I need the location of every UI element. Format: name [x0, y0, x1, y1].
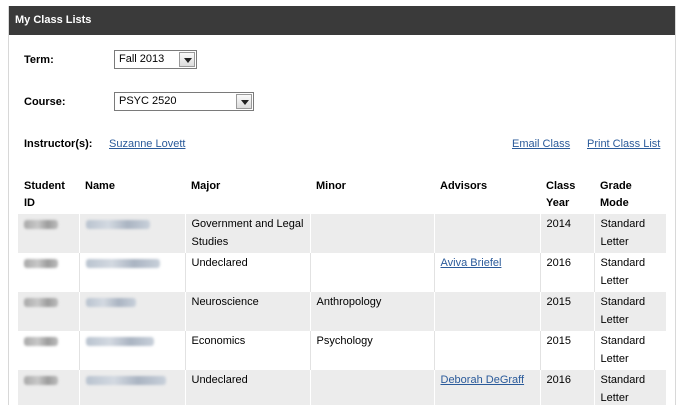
student-id-cell	[18, 370, 80, 405]
name-cell	[79, 214, 186, 253]
course-row: Course: PSYC 2520	[24, 92, 254, 111]
advisor-cell	[434, 331, 541, 370]
instructor-label: Instructor(s):	[24, 138, 93, 150]
student-id-cell	[18, 331, 80, 370]
student-id-cell	[18, 214, 80, 253]
redacted-student-id	[24, 376, 58, 385]
course-label: Course:	[24, 95, 66, 108]
header-student-id[interactable]: Student ID	[18, 177, 79, 214]
name-cell	[79, 331, 186, 370]
redacted-student-id	[24, 259, 58, 268]
redacted-student-id	[24, 298, 58, 307]
course-select[interactable]: PSYC 2520	[114, 92, 254, 111]
table-row: Government and Legal Studies 2014 Standa…	[18, 214, 667, 253]
grade-mode-cell: Standard Letter	[594, 214, 667, 253]
email-class-link[interactable]: Email Class	[512, 138, 570, 150]
advisor-link[interactable]: Deborah DeGraff	[441, 374, 525, 386]
page-frame: My Class Lists Term: Fall 2013 Course: P…	[0, 0, 684, 405]
redacted-student-id	[24, 337, 58, 346]
major-cell: Undeclared	[185, 370, 311, 405]
term-label: Term:	[24, 53, 54, 66]
redacted-student-id	[24, 220, 58, 229]
header-minor[interactable]: Minor	[310, 177, 434, 214]
table-row: Economics Psychology 2015 Standard Lette…	[18, 331, 666, 370]
major-cell: Neuroscience	[185, 292, 311, 331]
major-cell: Undeclared	[185, 253, 311, 292]
redacted-student-name[interactable]	[85, 259, 160, 268]
class-year-cell: 2016	[540, 370, 595, 405]
header-advisors[interactable]: Advisors	[434, 177, 540, 214]
header-class-year[interactable]: Class Year	[540, 177, 594, 214]
class-roster-table: Student ID Name Major Minor Advisors Cla…	[18, 177, 667, 405]
name-cell	[79, 370, 186, 405]
advisor-cell: Deborah DeGraff	[434, 370, 541, 405]
advisor-cell	[434, 292, 541, 331]
table-row: Neuroscience Anthropology 2015 Standard …	[18, 292, 667, 331]
instructor-link[interactable]: Suzanne Lovett	[109, 138, 185, 150]
grade-mode-cell: Standard Letter	[594, 331, 666, 370]
chevron-down-icon[interactable]	[179, 52, 195, 67]
class-year-cell: 2016	[540, 253, 595, 292]
class-year-cell: 2015	[540, 292, 595, 331]
advisor-link[interactable]: Aviva Briefel	[441, 257, 502, 269]
header-grade-mode[interactable]: Grade Mode	[594, 177, 666, 214]
grade-mode-cell: Standard Letter	[594, 292, 667, 331]
table-header-row: Student ID Name Major Minor Advisors Cla…	[18, 177, 666, 214]
class-year-cell: 2015	[540, 331, 595, 370]
advisor-cell	[434, 214, 541, 253]
chevron-down-icon[interactable]	[236, 94, 252, 109]
redacted-student-name[interactable]	[85, 376, 166, 385]
advisor-cell: Aviva Briefel	[434, 253, 541, 292]
redacted-student-name[interactable]	[85, 337, 154, 346]
class-year-cell: 2014	[540, 214, 595, 253]
major-cell: Economics	[185, 331, 311, 370]
minor-cell	[310, 253, 435, 292]
header-major[interactable]: Major	[185, 177, 310, 214]
header-name[interactable]: Name	[79, 177, 185, 214]
minor-cell: Anthropology	[310, 292, 435, 331]
grade-mode-cell: Standard Letter	[594, 253, 666, 292]
instructor-row: Instructor(s): Suzanne Lovett Email Clas…	[24, 138, 664, 152]
print-class-list-link[interactable]: Print Class List	[587, 138, 660, 150]
course-select-value: PSYC 2520	[119, 95, 177, 107]
name-cell	[79, 292, 186, 331]
minor-cell: Psychology	[310, 331, 435, 370]
term-select[interactable]: Fall 2013	[114, 50, 197, 69]
redacted-student-name[interactable]	[85, 298, 136, 307]
minor-cell	[310, 370, 435, 405]
table-row: Undeclared Deborah DeGraff 2016 Standard…	[18, 370, 667, 405]
student-id-cell	[18, 292, 80, 331]
table-row: Undeclared Aviva Briefel 2016 Standard L…	[18, 253, 666, 292]
class-lists-panel: My Class Lists Term: Fall 2013 Course: P…	[8, 6, 676, 405]
minor-cell	[310, 214, 435, 253]
redacted-student-name[interactable]	[85, 220, 150, 229]
panel-title: My Class Lists	[9, 6, 675, 35]
term-row: Term: Fall 2013	[24, 50, 197, 69]
grade-mode-cell: Standard Letter	[594, 370, 667, 405]
name-cell	[79, 253, 186, 292]
major-cell: Government and Legal Studies	[185, 214, 311, 253]
term-select-value: Fall 2013	[119, 53, 165, 65]
student-id-cell	[18, 253, 80, 292]
